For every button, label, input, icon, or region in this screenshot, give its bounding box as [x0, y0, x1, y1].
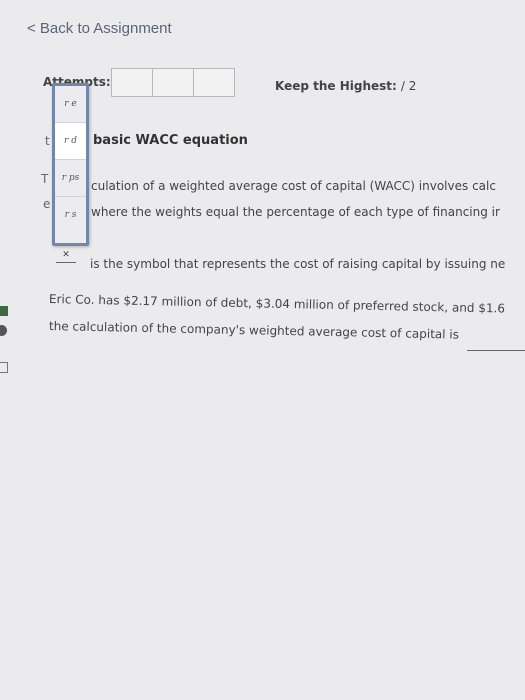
text-fragment: e	[43, 197, 51, 211]
sidebar-square-icon[interactable]	[0, 362, 8, 373]
text-fragment: T	[41, 172, 49, 186]
attempt-boxes	[111, 68, 235, 97]
attempt-box	[111, 68, 153, 97]
question-line: culation of a weighted average cost of c…	[91, 179, 496, 193]
question-heading: basic WACC equation	[93, 133, 248, 148]
keep-label: Keep the Highest:	[275, 79, 397, 93]
question-line: Eric Co. has $2.17 million of debt, $3.0…	[48, 292, 506, 316]
attempt-box	[153, 68, 194, 97]
dropdown-option-rd[interactable]: r d	[55, 123, 86, 160]
dropdown-option-re[interactable]: r e	[55, 86, 86, 123]
question-line: the calculation of the company's weighte…	[48, 319, 460, 342]
answer-blank[interactable]: ✕	[56, 250, 76, 263]
dropdown-option-rs[interactable]: r s	[55, 197, 86, 233]
symbol-dropdown-menu[interactable]: r e r d r ps r s	[52, 83, 89, 246]
dropdown-option-rps[interactable]: r ps	[55, 160, 86, 197]
sidebar-tool-icon[interactable]	[0, 306, 8, 316]
question-line: is the symbol that represents the cost o…	[90, 257, 506, 271]
attempt-box	[194, 68, 235, 97]
wacc-answer-blank[interactable]	[467, 350, 525, 351]
keep-the-highest: Keep the Highest:/ 2	[275, 79, 416, 93]
keep-score: / 2	[400, 79, 417, 93]
back-to-assignment-link[interactable]: < Back to Assignment	[27, 20, 172, 37]
sidebar-circle-icon[interactable]	[0, 325, 7, 336]
question-line: where the weights equal the percentage o…	[91, 205, 500, 219]
text-fragment: t	[45, 134, 50, 148]
